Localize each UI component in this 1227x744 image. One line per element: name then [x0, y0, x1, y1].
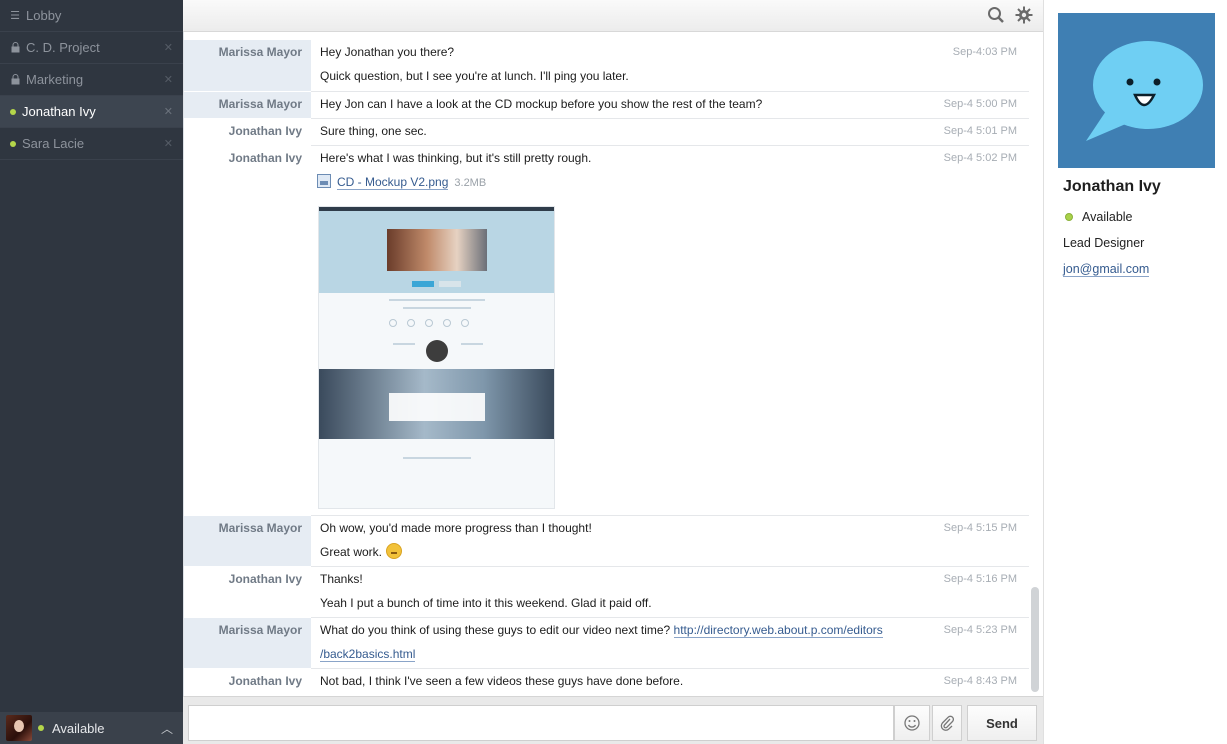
scrollbar[interactable] [1031, 587, 1039, 692]
message-text: Hey Jon can I have a look at the CD mock… [320, 97, 763, 111]
message-sender: Marissa Mayor [184, 618, 311, 668]
sidebar-item-cd-project[interactable]: C. D. Project ✕ [0, 32, 183, 64]
message-text: Hey Jonathan you there? [320, 45, 455, 59]
message-link[interactable]: http://directory.web.about.p.com/editors [673, 623, 883, 638]
message-text: Not bad, I think I've seen a few videos … [320, 674, 684, 688]
sidebar-item-jonathan-ivy[interactable]: Jonathan Ivy ✕ [0, 96, 183, 128]
message-row: Marissa Mayor Hey Jon can I have a look … [184, 92, 1029, 118]
smiley-icon[interactable] [894, 705, 930, 741]
message-text: What do you think of using these guys to… [320, 623, 671, 637]
profile-email-link[interactable]: jon@gmail.com [1063, 262, 1150, 277]
message-timestamp: Sep-4 5:00 PM [943, 98, 1017, 110]
message-list: Marissa Mayor Hey Jonathan you there? Qu… [183, 32, 1043, 696]
avatar [6, 715, 32, 741]
sidebar-item-label: Lobby [26, 8, 62, 23]
message-row: Jonathan Ivy Sure thing, one sec. Sep-4 … [184, 119, 1029, 145]
message-timestamp: Sep-4 5:01 PM [943, 125, 1017, 137]
message-text: Thanks! [320, 572, 363, 586]
chevron-up-icon[interactable]: ︿ [161, 720, 173, 737]
status-selector[interactable]: Available ︿ [0, 712, 183, 744]
online-dot-icon [10, 108, 16, 115]
sidebar-item-label: Sara Lacie [22, 136, 85, 151]
profile-status-label: Available [1082, 210, 1133, 224]
message-text: Here's what I was thinking, but it's sti… [320, 151, 592, 165]
attachment-link[interactable]: CD - Mockup V2.png [337, 175, 449, 190]
speech-bubble-icon [1086, 41, 1203, 141]
sidebar-item-lobby[interactable]: ☰ Lobby [0, 0, 183, 32]
search-icon[interactable] [986, 6, 1006, 26]
message-text: Quick question, but I see you're at lunc… [320, 69, 629, 83]
message-sender: Jonathan Ivy [184, 567, 311, 617]
close-icon[interactable]: ✕ [164, 41, 173, 54]
online-dot-icon [38, 725, 44, 731]
message-timestamp: Sep-4:03 PM [952, 46, 1017, 58]
message-row: Marissa Mayor What do you think of using… [184, 618, 1029, 668]
message-sender: Jonathan Ivy [184, 146, 311, 515]
profile-name: Jonathan Ivy [1063, 178, 1161, 195]
profile-picture [1058, 13, 1215, 168]
message-row: Jonathan Ivy Not bad, I think I've seen … [184, 669, 1029, 696]
image-file-icon [317, 174, 331, 188]
message-row: Marissa Mayor Oh wow, you'd made more pr… [184, 516, 1029, 566]
lock-icon [8, 74, 22, 85]
message-text: Yeah I put a bunch of time into it this … [320, 596, 652, 610]
message-sender: Jonathan Ivy [184, 119, 311, 145]
message-text: Sure thing, one sec. [320, 124, 427, 138]
message-timestamp: Sep-4 5:02 PM [943, 152, 1017, 164]
attachment: CD - Mockup V2.png 3.2MB [317, 170, 1020, 194]
message-row: Marissa Mayor Hey Jonathan you there? Qu… [184, 40, 1029, 91]
paperclip-icon[interactable] [932, 705, 962, 741]
sidebar-item-label: Jonathan Ivy [22, 104, 96, 119]
message-link[interactable]: /back2basics.html [320, 647, 416, 662]
close-icon[interactable]: ✕ [164, 137, 173, 150]
message-row: Jonathan Ivy Thanks! Yeah I put a bunch … [184, 567, 1029, 617]
online-dot-icon [10, 140, 16, 147]
message-text: Great work. [320, 545, 383, 559]
message-sender: Jonathan Ivy [184, 669, 311, 696]
message-row: Jonathan Ivy Here's what I was thinking,… [184, 146, 1029, 515]
message-sender: Marissa Mayor [184, 516, 311, 566]
message-timestamp: Sep-4 5:16 PM [943, 573, 1017, 585]
composer: Send [183, 696, 1043, 744]
status-label: Available [52, 720, 105, 736]
send-button[interactable]: Send [967, 705, 1037, 741]
sidebar-item-marketing[interactable]: Marketing ✕ [0, 64, 183, 96]
message-sender: Marissa Mayor [184, 40, 311, 91]
attachment-size: 3.2MB [454, 177, 487, 189]
sidebar-item-label: C. D. Project [26, 40, 100, 55]
lock-icon [8, 42, 22, 53]
message-timestamp: Sep-4 5:15 PM [943, 522, 1017, 534]
profile-role: Lead Designer [1063, 236, 1145, 250]
smiley-emoji-icon [386, 543, 403, 559]
message-timestamp: Sep-4 8:43 PM [943, 675, 1017, 687]
message-timestamp: Sep-4 5:23 PM [943, 624, 1017, 636]
image-preview[interactable] [318, 206, 555, 509]
message-sender: Marissa Mayor [184, 92, 311, 118]
gear-icon[interactable] [1014, 6, 1034, 26]
sidebar-item-label: Marketing [26, 72, 84, 87]
profile-panel: Jonathan Ivy Available Lead Designer jon… [1043, 0, 1227, 744]
sidebar: ☰ Lobby C. D. Project ✕ Marketing ✕ Jona… [0, 0, 183, 744]
message-input[interactable] [188, 705, 894, 741]
profile-status: Available [1065, 210, 1133, 224]
message-text: Oh wow, you'd made more progress than I … [320, 521, 592, 535]
close-icon[interactable]: ✕ [164, 73, 173, 86]
online-dot-icon [1065, 213, 1073, 221]
chat-toolbar [183, 0, 1043, 32]
list-icon: ☰ [10, 10, 20, 22]
close-icon[interactable]: ✕ [164, 105, 173, 118]
sidebar-item-sara-lacie[interactable]: Sara Lacie ✕ [0, 128, 183, 160]
